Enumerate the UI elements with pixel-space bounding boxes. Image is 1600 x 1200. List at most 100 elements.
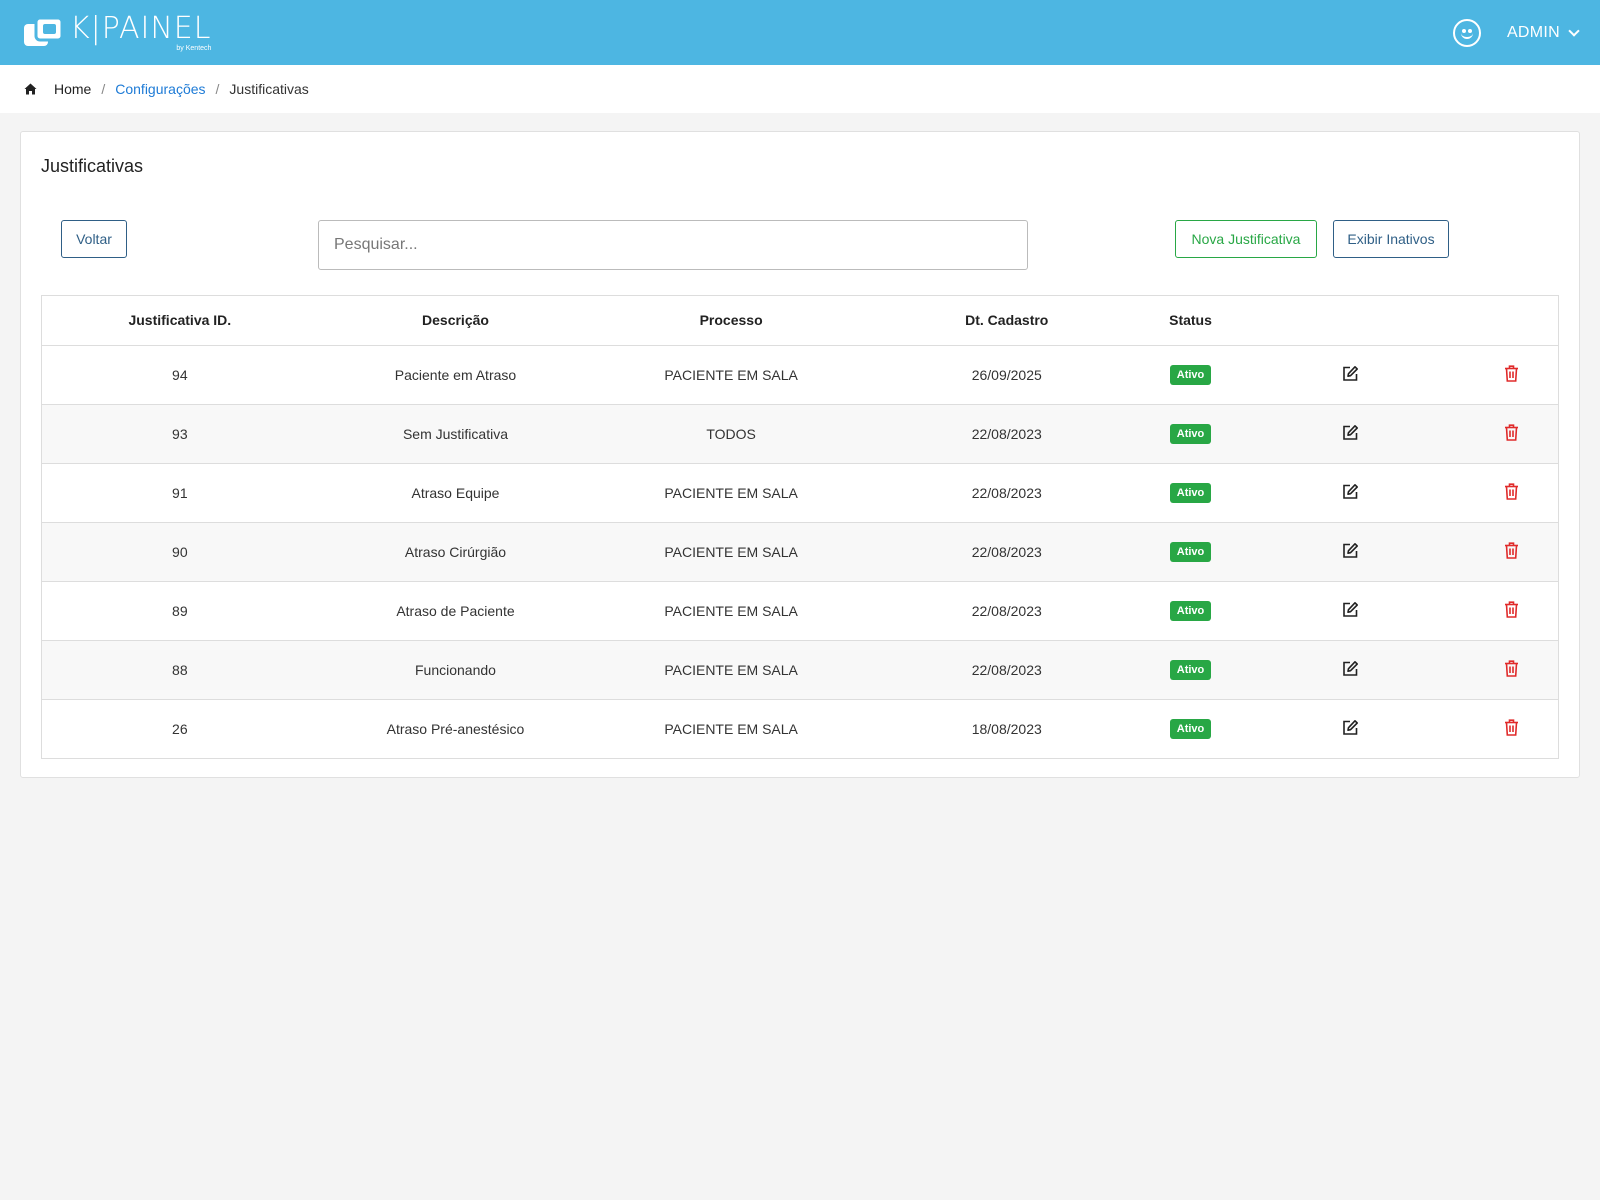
cell-descricao: Atraso Equipe	[317, 463, 594, 523]
cell-edit	[1236, 345, 1465, 405]
cell-delete	[1464, 581, 1558, 641]
header-id[interactable]: Justificativa ID.	[42, 296, 318, 346]
cell-delete	[1464, 640, 1558, 700]
cell-processo: PACIENTE EM SALA	[593, 345, 869, 405]
cell-id: 94	[42, 345, 318, 405]
cell-processo: PACIENTE EM SALA	[664, 720, 798, 737]
cell-dt-cadastro: 22/08/2023	[868, 640, 1145, 700]
status-badge: Ativo	[1169, 482, 1212, 503]
trash-icon[interactable]	[1504, 423, 1519, 444]
user-label[interactable]: ADMIN	[1507, 24, 1560, 42]
breadcrumb: Home / Configurações / Justificativas	[0, 65, 1600, 113]
trash-icon[interactable]	[1504, 659, 1519, 680]
edit-icon[interactable]	[1342, 719, 1359, 739]
cell-descricao: Sem Justificativa	[317, 404, 594, 464]
logo-icon	[24, 16, 64, 46]
cell-processo: PACIENTE EM SALA	[593, 581, 869, 641]
page-title: Justificativas	[41, 156, 144, 176]
header-dt-cadastro[interactable]: Dt. Cadastro	[868, 296, 1145, 346]
cell-edit	[1236, 699, 1464, 758]
cell-id: 88	[42, 640, 318, 700]
header-edit	[1236, 296, 1465, 346]
breadcrumb-home[interactable]: Home	[54, 81, 91, 97]
voltar-button[interactable]: Voltar	[61, 220, 127, 258]
status-badge: Ativo	[1169, 659, 1212, 680]
header-delete	[1464, 296, 1558, 346]
header-processo[interactable]: Processo	[593, 296, 869, 346]
chevron-down-icon[interactable]	[1568, 24, 1580, 37]
table-row[interactable]: 89 Atraso de Paciente PACIENTE EM SALA 2…	[42, 581, 1558, 641]
cell-dt-cadastro: 18/08/2023	[971, 720, 1042, 737]
cell-delete	[1464, 463, 1558, 523]
cell-id: 89	[42, 581, 318, 641]
cell-edit	[1236, 581, 1465, 641]
user-menu[interactable]: ADMIN	[1452, 18, 1580, 47]
cell-descricao: Paciente em Atraso	[317, 345, 594, 405]
cell-edit	[1236, 463, 1465, 523]
edit-icon[interactable]	[1342, 660, 1359, 680]
cell-status: Ativo	[1145, 699, 1237, 758]
cell-descricao: Atraso Pré-anestésico	[386, 720, 525, 737]
edit-icon[interactable]	[1342, 424, 1359, 444]
cell-processo: PACIENTE EM SALA	[593, 640, 869, 700]
search-input[interactable]	[318, 220, 1028, 270]
cell-edit	[1236, 640, 1465, 700]
table-row[interactable]: 88 Funcionando PACIENTE EM SALA 22/08/20…	[42, 640, 1558, 700]
status-badge: Ativo	[1169, 718, 1212, 739]
breadcrumb-separator: /	[101, 81, 106, 97]
cell-delete	[1464, 699, 1558, 758]
table-row[interactable]: 93 Sem Justificativa TODOS 22/08/2023 At…	[42, 404, 1558, 464]
cell-dt-cadastro: 22/08/2023	[868, 463, 1145, 523]
cell-dt-cadastro: 22/08/2023	[868, 404, 1145, 464]
cell-dt-cadastro: 26/09/2025	[868, 345, 1145, 405]
exibir-inativos-button[interactable]: Exibir Inativos	[1333, 220, 1449, 258]
header-status[interactable]: Status	[1144, 296, 1237, 346]
top-navbar: K|PAINEL by Kentech ADMIN	[0, 0, 1600, 65]
cell-id: 90	[42, 522, 318, 582]
cell-processo: TODOS	[593, 404, 869, 464]
cell-status: Ativo	[1144, 345, 1237, 405]
cell-dt-cadastro: 22/08/2023	[868, 581, 1145, 641]
cell-dt-cadastro: 22/08/2023	[868, 522, 1145, 582]
edit-icon[interactable]	[1342, 365, 1359, 385]
table-row[interactable]: 94 Paciente em Atraso PACIENTE EM SALA 2…	[42, 345, 1558, 405]
cell-status: Ativo	[1144, 581, 1237, 641]
logo-name: K|PAINEL	[70, 10, 212, 46]
table-row[interactable]: 90 Atraso Cirúrgião PACIENTE EM SALA 22/…	[42, 522, 1558, 582]
cell-descricao: Funcionando	[317, 640, 594, 700]
app-logo[interactable]: K|PAINEL by Kentech	[22, 10, 212, 52]
breadcrumb-configuracoes[interactable]: Configurações	[115, 81, 205, 97]
home-icon[interactable]	[24, 83, 37, 95]
cell-delete	[1464, 345, 1558, 405]
table-row[interactable]: 26 Atraso Pré-anestésico PACIENTE EM SAL…	[42, 699, 1558, 758]
trash-icon[interactable]	[1504, 600, 1519, 621]
cell-status: Ativo	[1144, 404, 1237, 464]
cell-status: Ativo	[1144, 463, 1237, 523]
cell-edit	[1236, 404, 1465, 464]
breadcrumb-current: Justificativas	[229, 81, 309, 97]
table-header-row: Justificativa ID. Descrição Processo Dt.…	[42, 296, 1558, 346]
edit-icon[interactable]	[1342, 483, 1359, 503]
trash-icon[interactable]	[1504, 482, 1519, 503]
justificativas-card: Justificativas Voltar Nova Justificativa…	[20, 131, 1580, 778]
cell-status: Ativo	[1144, 522, 1237, 582]
cell-descricao: Atraso Cirúrgião	[317, 522, 594, 582]
edit-icon[interactable]	[1342, 542, 1359, 562]
header-descricao[interactable]: Descrição	[317, 296, 594, 346]
trash-icon[interactable]	[1504, 541, 1519, 562]
cell-id: 93	[42, 404, 318, 464]
edit-icon[interactable]	[1342, 601, 1359, 621]
status-badge: Ativo	[1169, 600, 1212, 621]
cell-delete	[1464, 404, 1558, 464]
status-badge: Ativo	[1169, 423, 1212, 444]
table-row[interactable]: 91 Atraso Equipe PACIENTE EM SALA 22/08/…	[42, 463, 1558, 523]
justificativas-table: Justificativa ID. Descrição Processo Dt.…	[41, 295, 1559, 759]
trash-icon[interactable]	[1504, 364, 1519, 385]
nova-justificativa-button[interactable]: Nova Justificativa	[1175, 220, 1317, 258]
logo-subtitle: by Kentech	[176, 44, 212, 52]
status-badge: Ativo	[1169, 364, 1212, 385]
cell-delete	[1464, 522, 1558, 582]
status-badge: Ativo	[1169, 541, 1212, 562]
trash-icon[interactable]	[1504, 719, 1519, 739]
smile-icon[interactable]	[1452, 18, 1481, 47]
